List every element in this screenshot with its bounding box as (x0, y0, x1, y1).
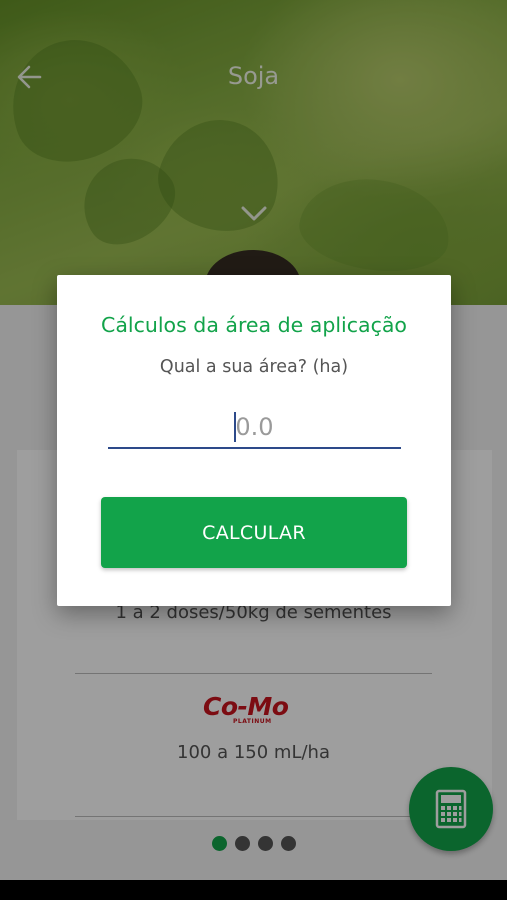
system-nav-bar (0, 880, 507, 900)
app-screen: Soja 1 a 2 doses/50kg de sementes Co-Mo … (0, 0, 507, 880)
text-caret (234, 412, 236, 442)
calculate-button[interactable]: CALCULAR (101, 497, 407, 568)
area-input[interactable] (108, 407, 401, 449)
area-calculation-dialog: Cálculos da área de aplicação Qual a sua… (57, 275, 451, 606)
dialog-title: Cálculos da área de aplicação (101, 313, 407, 337)
dialog-question: Qual a sua área? (ha) (159, 357, 349, 377)
